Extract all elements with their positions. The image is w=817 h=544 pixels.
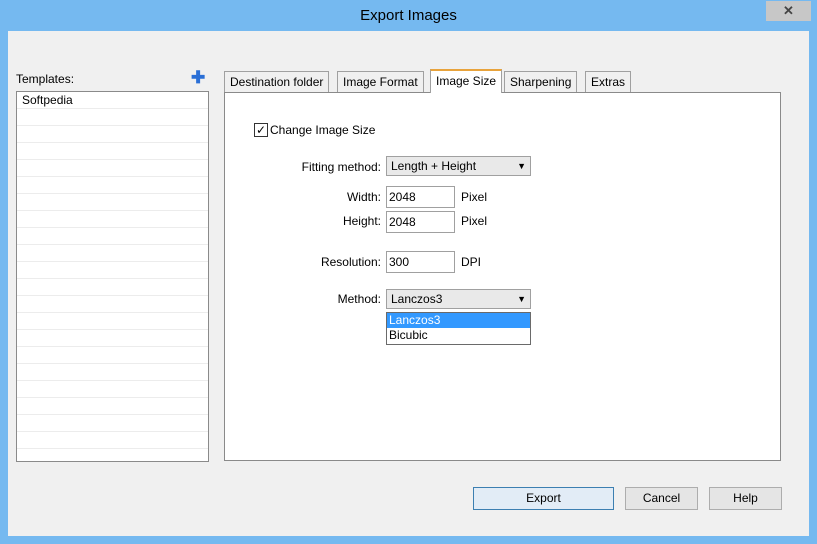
app-window: Export Images ✕ Templates: ✚ Softpedia D…	[0, 0, 817, 544]
resolution-field[interactable]: 300	[386, 251, 455, 273]
fitting-method-select[interactable]: Length + Height ▼	[386, 156, 531, 176]
chevron-down-icon: ▼	[517, 294, 526, 304]
list-item-empty	[17, 126, 208, 143]
method-dropdown-list[interactable]: Lanczos3 Bicubic	[386, 312, 531, 345]
method-label: Method:	[337, 292, 381, 306]
close-icon[interactable]: ✕	[766, 1, 811, 21]
window-title: Export Images	[360, 7, 457, 24]
list-item-empty	[17, 381, 208, 398]
list-item-empty	[17, 313, 208, 330]
list-item-empty	[17, 177, 208, 194]
method-option-bicubic[interactable]: Bicubic	[387, 328, 530, 343]
list-item-empty	[17, 347, 208, 364]
list-item-empty	[17, 415, 208, 432]
export-button[interactable]: Export	[473, 487, 614, 510]
fitting-method-value: Length + Height	[391, 159, 477, 173]
resolution-label: Resolution:	[320, 255, 381, 269]
help-button[interactable]: Help	[709, 487, 782, 510]
method-select[interactable]: Lanczos3 ▼	[386, 289, 531, 309]
list-item-empty	[17, 109, 208, 126]
image-size-panel: ✓ Change Image Size Fitting method: Leng…	[224, 92, 781, 461]
width-unit: Pixel	[461, 190, 488, 204]
list-item-empty	[17, 432, 208, 449]
cancel-button[interactable]: Cancel	[625, 487, 698, 510]
height-label: Height:	[342, 214, 381, 228]
dialog-client: Templates: ✚ Softpedia Destination folde…	[8, 31, 809, 536]
change-image-size-label: Change Image Size	[270, 123, 376, 137]
width-field[interactable]: 2048	[386, 186, 455, 208]
list-item-empty	[17, 143, 208, 160]
height-field[interactable]: 2048	[386, 211, 455, 233]
method-option-lanczos3[interactable]: Lanczos3	[387, 313, 530, 328]
tab-image-format[interactable]: Image Format	[337, 71, 424, 92]
list-item-empty	[17, 330, 208, 347]
list-item-empty	[17, 245, 208, 262]
tab-image-size[interactable]: Image Size	[430, 69, 503, 93]
list-item-empty	[17, 279, 208, 296]
templates-label: Templates:	[16, 72, 75, 86]
change-image-size-checkbox[interactable]: ✓	[254, 123, 268, 137]
width-label: Width:	[346, 190, 381, 204]
tab-sharpening[interactable]: Sharpening	[504, 71, 578, 92]
height-unit: Pixel	[461, 214, 488, 228]
templates-list[interactable]: Softpedia	[16, 91, 209, 462]
add-template-icon[interactable]: ✚	[191, 69, 205, 86]
fitting-method-label: Fitting method:	[301, 160, 381, 174]
list-item-empty	[17, 364, 208, 381]
method-value: Lanczos3	[391, 292, 443, 306]
list-item-empty	[17, 296, 208, 313]
tab-destination-folder[interactable]: Destination folder	[224, 71, 330, 92]
resolution-unit: DPI	[461, 255, 482, 269]
list-item-empty	[17, 262, 208, 279]
tab-extras[interactable]: Extras	[585, 71, 632, 92]
list-item-empty	[17, 211, 208, 228]
list-item[interactable]: Softpedia	[17, 92, 208, 109]
list-item-empty	[17, 160, 208, 177]
list-item-empty	[17, 194, 208, 211]
list-item-empty	[17, 398, 208, 415]
list-item-empty	[17, 228, 208, 245]
chevron-down-icon: ▼	[517, 161, 526, 171]
